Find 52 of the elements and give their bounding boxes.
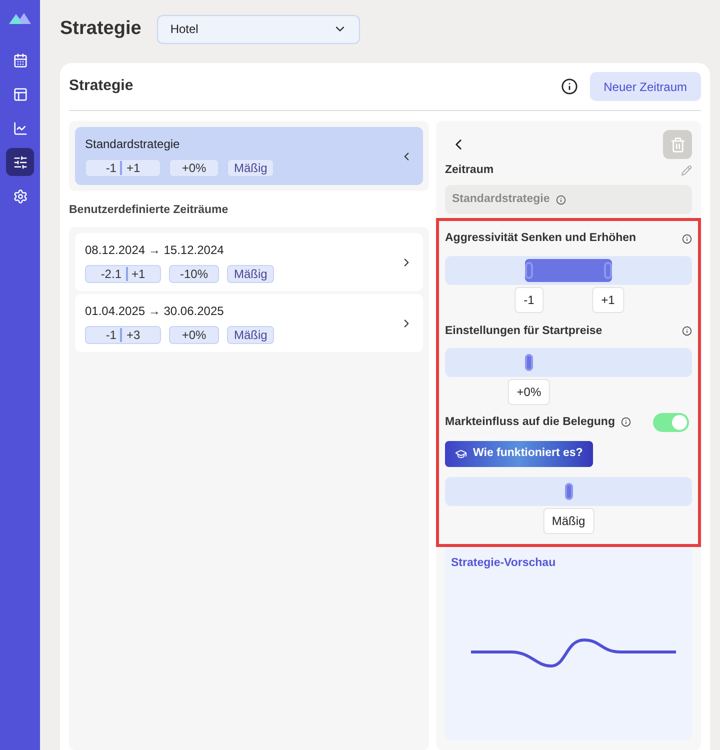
card-title: Strategie [69,76,134,96]
graduation-cap-icon [455,448,467,460]
info-icon[interactable] [560,78,578,95]
range-tag: -1 +1 [85,159,161,177]
chart-icon [12,120,28,136]
trash-icon [670,136,686,152]
section-title: Benutzerdefinierte Zeiträume [69,203,230,218]
slider-thumb[interactable] [604,262,612,278]
slider-track[interactable] [445,256,692,284]
slider-track[interactable] [445,476,692,506]
slider-value: +0% [508,378,550,405]
page-title: Strategie [60,16,142,41]
start-tag: +0% [169,159,219,177]
calendar-icon [12,52,28,68]
info-icon [556,194,566,205]
slider-value: +1 [592,286,624,312]
info-icon[interactable] [620,417,631,428]
settings-icon [12,188,28,204]
sliders-icon [12,154,28,170]
layout-icon [12,86,28,102]
strategy-title: Standardstrategie [85,136,181,153]
sidebar-item[interactable] [6,148,34,176]
property-select[interactable]: Hotel [157,14,360,44]
strategy-title: 08.12.2024 → 15.12.2024 [85,242,225,260]
market-tag: Mäßig [227,326,274,344]
slider-thumb[interactable] [524,354,533,371]
help-button[interactable]: Wie funktioniert es? [445,440,593,467]
new-period-button[interactable]: Neuer Zeitraum [590,72,701,101]
range-tag: -1 +3 [85,326,161,344]
strategy-item[interactable]: 01.04.2025 → 30.06.2025 -1 +3 +0% Mäßig [75,294,423,352]
field-label: Zeitraum [445,163,494,178]
setting-label: Einstellungen für Startpreise [445,324,602,338]
range-tag: -2.1 +1 [85,265,161,284]
preview-title: Strategie-Vorschau [451,556,557,571]
market-toggle[interactable] [653,412,689,432]
start-tag: -10% [169,265,219,284]
info-icon[interactable] [682,234,692,244]
strategy-title: 01.04.2025 → 30.06.2025 [85,303,225,320]
slider-track[interactable] [445,348,692,377]
setting-label: Aggressivität Senken und Erhöhen [445,231,636,246]
slider-value: Mäßig [542,508,594,534]
market-tag: Mäßig [227,265,274,284]
info-icon[interactable] [682,326,692,336]
market-tag: Mäßig [227,159,274,177]
strategy-item[interactable]: Standardstrategie -1 +1 +0% Mäßig [75,127,423,185]
setting-label: Markteinfluss auf die Belegung [445,414,615,430]
slider-thumb[interactable] [524,262,533,278]
logo-icon [9,12,31,24]
start-tag: +0% [169,326,219,344]
slider-value: -1 [514,286,544,312]
strategy-item[interactable]: 08.12.2024 → 15.12.2024 -2.1 +1 -10% Mäßig [75,233,423,292]
slider-thumb[interactable] [564,482,572,500]
